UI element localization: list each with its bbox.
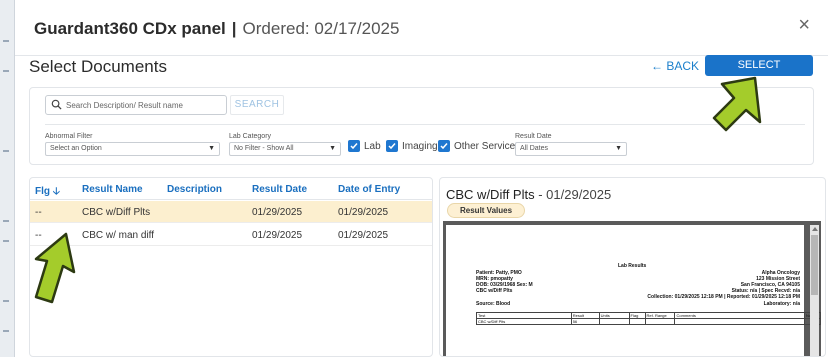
column-header-description[interactable]: Description (167, 184, 222, 195)
background-app-strip (0, 0, 14, 357)
viewer-scrollbar[interactable] (810, 225, 819, 356)
preview-title: CBC w/Diff Plts - 01/29/2025 (446, 187, 611, 202)
result-date-value: All Dates (520, 145, 549, 152)
select-documents-modal: Guardant360 CDx panel | Ordered: 02/17/202… (14, 0, 828, 357)
doc-cell-comments (674, 318, 805, 325)
column-header-flag[interactable]: Flg 🡣 (35, 184, 60, 201)
abnormal-filter-value: Select an Option (50, 145, 102, 152)
lab-category-value: No Filter - Show All (234, 145, 294, 152)
result-values-tab[interactable]: Result Values (447, 203, 526, 218)
arrow-down-icon: 🡣 (52, 186, 60, 197)
close-icon[interactable]: × (798, 14, 810, 37)
caret-down-icon: ▼ (208, 145, 215, 152)
lab-category-label: Lab Category (229, 133, 272, 140)
result-date-select[interactable]: All Dates ▼ (515, 142, 627, 156)
doc-laboratory: Laboratory: n/a (763, 301, 800, 307)
other-services-checkbox[interactable] (438, 140, 450, 152)
lab-checkbox[interactable] (348, 140, 360, 152)
lab-category-select[interactable]: No Filter - Show All ▼ (229, 142, 341, 156)
abnormal-filter-label: Abnormal Filter (45, 133, 93, 140)
column-header-result-date[interactable]: Result Date (252, 184, 307, 195)
preview-result-name: CBC w/Diff Plts (446, 187, 535, 202)
row-flag: -- (35, 207, 42, 218)
check-icon (350, 143, 358, 150)
search-button[interactable]: SEARCH (230, 95, 284, 115)
pdf-viewer: Lab Results Patient: Patty, PMO MRN: pmo… (443, 221, 821, 356)
imaging-checkbox-label: Imaging (402, 141, 438, 152)
table-header: Flg 🡣 Result Name Description Result Dat… (30, 178, 432, 200)
panel-name: Guardant360 CDx panel (34, 19, 226, 38)
preview-result-date: - 01/29/2025 (534, 187, 612, 202)
title-separator: | (231, 19, 237, 38)
ordered-date: Ordered: 02/17/2025 (242, 19, 400, 38)
column-header-date-of-entry[interactable]: Date of Entry (338, 184, 400, 195)
back-button[interactable]: ← BACK (651, 59, 699, 73)
doc-results-table: Test Result Units Flag Ref. Range Commen… (476, 312, 821, 325)
doc-cell-result: 56 (570, 318, 600, 325)
search-input[interactable] (66, 98, 224, 112)
doc-cell-units (598, 318, 630, 325)
filter-panel: SEARCH Abnormal Filter Select an Option … (29, 87, 814, 165)
modal-header: Guardant360 CDx panel | Ordered: 02/17/202… (15, 0, 828, 56)
abnormal-filter-select[interactable]: Select an Option ▼ (45, 142, 220, 156)
doc-cell-range (644, 318, 676, 325)
pointer-arrow-icon (712, 76, 762, 132)
check-icon (388, 143, 396, 150)
row-result-date: 01/29/2025 (252, 207, 303, 218)
row-result-name: CBC w/Diff Plts (82, 207, 151, 218)
other-services-checkbox-label: Other Services (454, 141, 521, 152)
check-icon (440, 143, 448, 150)
doc-collection: Collection: 01/29/2025 12:18 PM | Report… (647, 294, 800, 300)
lab-checkbox-label: Lab (364, 141, 381, 152)
search-icon (51, 99, 62, 110)
doc-heading: Lab Results (618, 263, 647, 269)
row-date-of-entry: 01/29/2025 (338, 230, 389, 241)
modal-title: Guardant360 CDx panel | Ordered: 02/17/202… (34, 19, 399, 39)
row-date-of-entry: 01/29/2025 (338, 207, 389, 218)
imaging-checkbox[interactable] (386, 140, 398, 152)
column-header-result-name[interactable]: Result Name (82, 184, 143, 195)
scrollbar-thumb[interactable] (811, 235, 818, 295)
doc-cell-test: CBC w/Diff Plts (476, 318, 572, 325)
document-page: Lab Results Patient: Patty, PMO MRN: pmo… (446, 225, 821, 356)
doc-test-line: CBC w/Diff Plts (476, 288, 513, 294)
doc-source: Source: Blood (476, 301, 511, 307)
caret-down-icon: ▼ (329, 145, 336, 152)
filter-divider (45, 124, 805, 125)
document-preview: CBC w/Diff Plts - 01/29/2025 Result Valu… (439, 177, 826, 357)
row-result-date: 01/29/2025 (252, 230, 303, 241)
caret-down-icon: ▼ (615, 145, 622, 152)
section-title: Select Documents (29, 57, 167, 76)
result-date-label: Result Date (515, 133, 552, 140)
search-field[interactable] (45, 95, 227, 115)
scroll-up-icon[interactable] (812, 227, 818, 231)
table-row[interactable]: -- CBC w/Diff Plts 01/29/2025 01/29/2025 (30, 201, 432, 223)
pointer-arrow-icon (34, 232, 76, 304)
doc-cell-flag (628, 318, 646, 325)
